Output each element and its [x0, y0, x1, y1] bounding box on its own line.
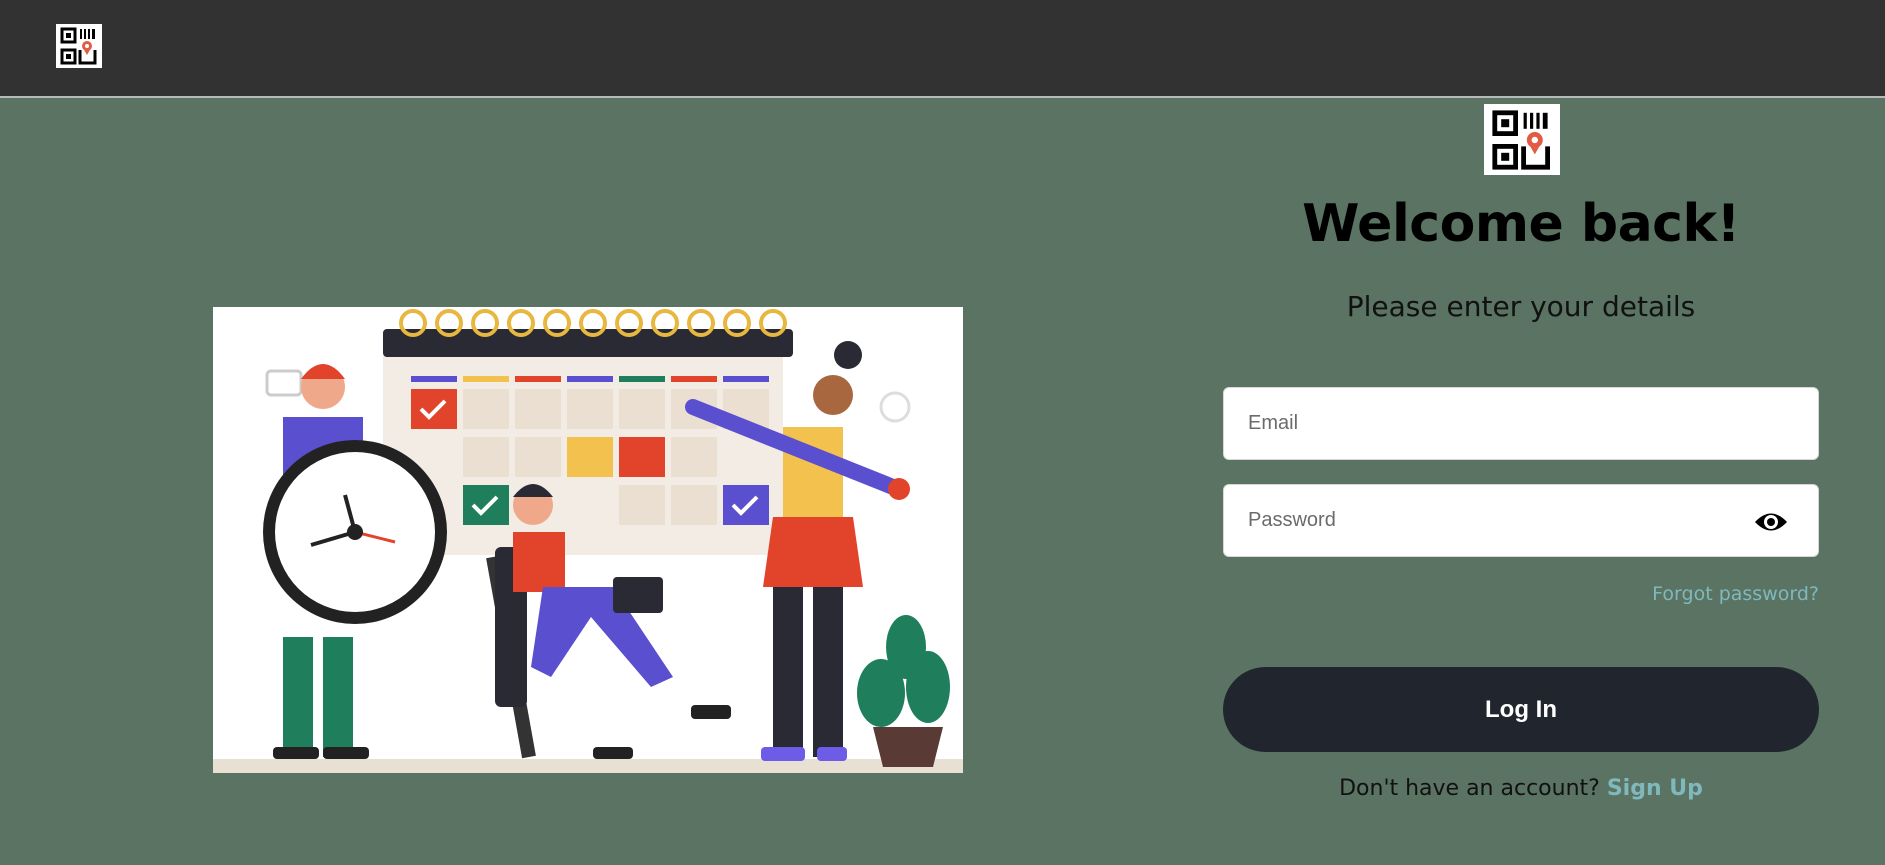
- login-button[interactable]: Log In: [1223, 667, 1819, 752]
- form-logo: [1484, 104, 1560, 175]
- forgot-password-link[interactable]: Forgot password?: [1652, 583, 1819, 605]
- qr-location-icon: [60, 27, 97, 65]
- calendar-scheduling-illustration: [213, 307, 963, 773]
- top-navbar: [0, 0, 1885, 98]
- page-subtitle: Please enter your details: [1346, 290, 1696, 323]
- email-field[interactable]: [1224, 388, 1818, 459]
- nav-logo[interactable]: [56, 24, 102, 68]
- eye-icon[interactable]: [1754, 509, 1788, 535]
- password-field[interactable]: [1224, 485, 1818, 556]
- password-field-container: [1223, 484, 1819, 557]
- signup-row: Don't have an account? Sign Up: [1223, 776, 1819, 801]
- signup-prompt: Don't have an account?: [1339, 776, 1600, 801]
- page-title: Welcome back!: [1302, 194, 1740, 254]
- email-field-container: [1223, 387, 1819, 460]
- qr-location-icon: [1492, 109, 1550, 170]
- signup-link[interactable]: Sign Up: [1607, 776, 1703, 801]
